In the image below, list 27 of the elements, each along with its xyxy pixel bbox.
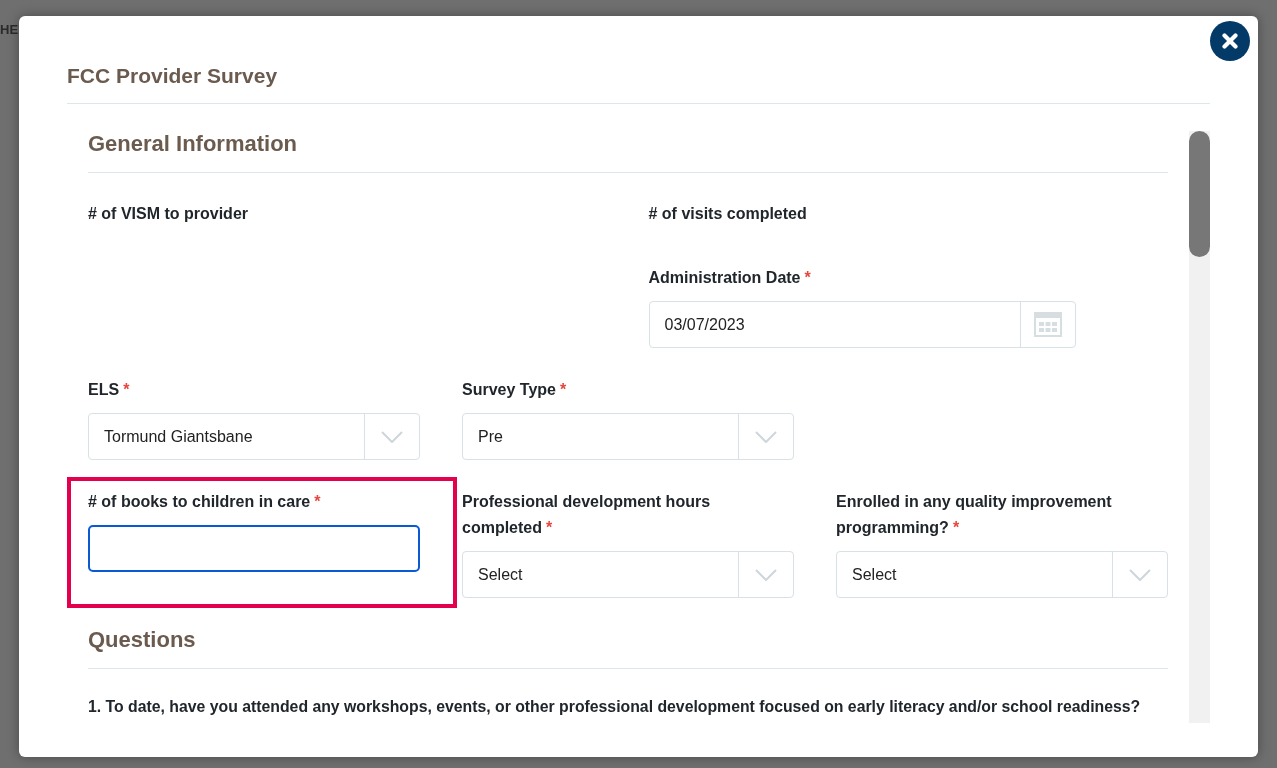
- field-label: Enrolled in any quality improvement programming? *: [836, 492, 1113, 538]
- chevron-down-icon: [755, 568, 777, 581]
- section-heading: General Information: [88, 131, 298, 156]
- date-input[interactable]: 03/07/2023: [648, 301, 1076, 348]
- field-label: # of books to children in care *: [88, 492, 322, 512]
- calendar-icon: [1033, 312, 1062, 337]
- chevron-down-icon: [1129, 568, 1151, 581]
- page-heading-fragment: HE: [0, 22, 19, 38]
- field-label: # of VISM to provider: [88, 204, 249, 224]
- field-label: # of visits completed: [648, 204, 808, 224]
- chevron-down-icon: [755, 430, 777, 443]
- close-button[interactable]: [1210, 21, 1250, 61]
- field-label: ELS *: [88, 380, 131, 400]
- text-input[interactable]: [88, 525, 420, 572]
- close-icon: [1222, 33, 1238, 49]
- field-label: Administration Date *: [648, 268, 812, 288]
- dialog-title: FCC Provider Survey: [67, 64, 278, 87]
- chevron-down-icon: [381, 430, 403, 443]
- select-dropdown[interactable]: Select: [836, 551, 1168, 598]
- select-dropdown[interactable]: Pre: [462, 413, 794, 460]
- scrollbar-thumb[interactable]: [1189, 131, 1210, 257]
- select-dropdown[interactable]: Tormund Giantsbane: [88, 413, 420, 460]
- question-text: 1. To date, have you attended any workshops, events, or other professional development focused on early literacy and/or school readiness?: [88, 697, 1142, 717]
- section-heading: Questions: [88, 627, 196, 652]
- field-label: Survey Type *: [462, 380, 568, 400]
- select-dropdown[interactable]: Select: [462, 551, 794, 598]
- field-label: Professional development hours completed *: [462, 492, 712, 538]
